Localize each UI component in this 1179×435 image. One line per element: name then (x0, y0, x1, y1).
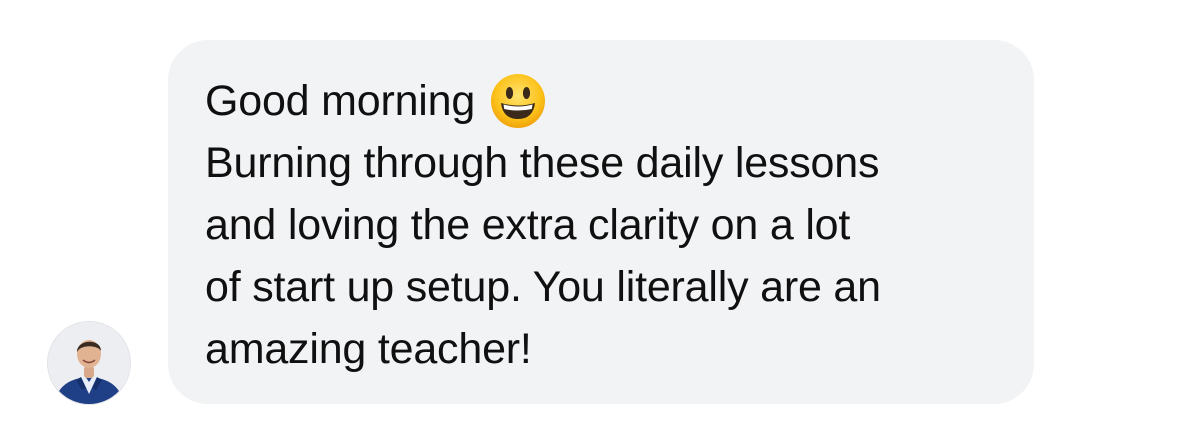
grinning-face-emoji-icon (489, 72, 547, 130)
avatar-photo-icon (48, 322, 130, 404)
message-text: Good morning Burning through these daily… (205, 70, 998, 380)
message-bubble[interactable]: Good morning Burning through these daily… (168, 40, 1034, 404)
greeting-text: Good morning (205, 77, 476, 125)
message-line: amazing teacher! (205, 325, 532, 373)
sender-avatar[interactable] (48, 322, 130, 404)
greeting-line: Good morning (205, 70, 547, 132)
message-line: of start up setup. You literally are an (205, 263, 881, 311)
message-line: and loving the extra clarity on a lot (205, 201, 851, 249)
message-line: Burning through these daily lessons (205, 139, 880, 187)
chat-message-row: Good morning Burning through these daily… (0, 0, 1179, 435)
